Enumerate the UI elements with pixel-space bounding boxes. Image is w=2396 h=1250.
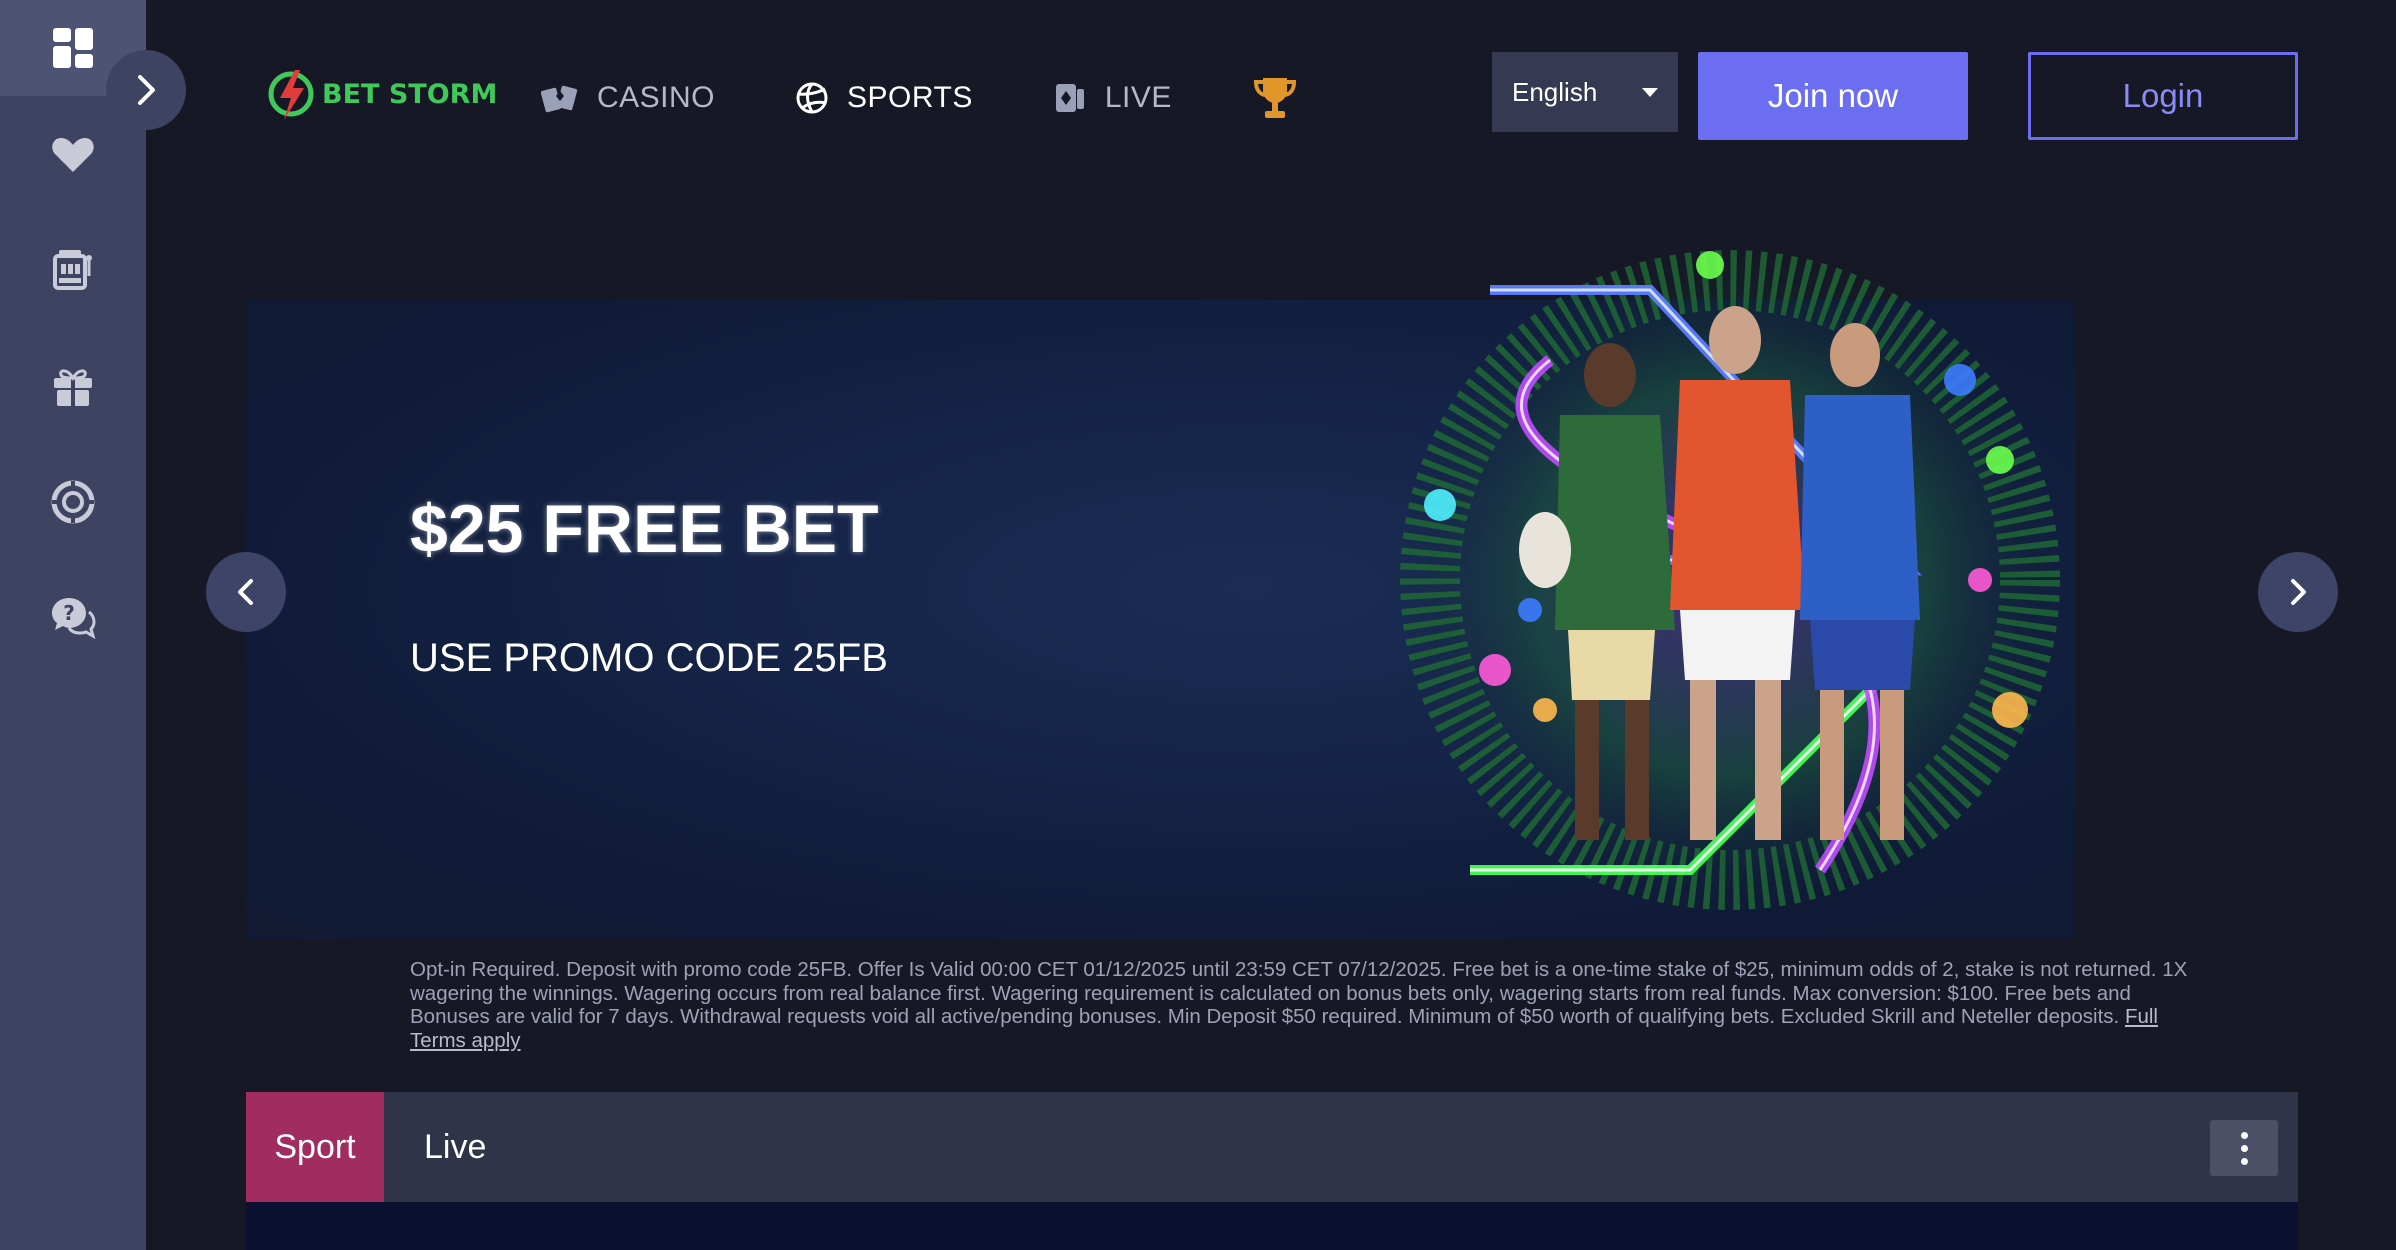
chevron-left-icon — [238, 579, 253, 605]
lightning-logo-icon — [268, 70, 314, 120]
gift-icon — [54, 369, 92, 406]
promo-terms: Opt-in Required. Deposit with promo code… — [410, 958, 2210, 1052]
dashboard-icon — [53, 28, 93, 68]
join-now-button[interactable]: Join now — [1698, 52, 1968, 140]
banner-prev-button[interactable] — [206, 552, 286, 632]
help-chat-icon: ? — [52, 598, 96, 640]
sidebar-item-promotions[interactable] — [0, 328, 146, 444]
banner-next-button[interactable] — [2258, 552, 2338, 632]
live-cards-icon — [1055, 84, 1084, 112]
chevron-right-icon — [2291, 579, 2306, 605]
caret-down-icon — [1642, 88, 1658, 97]
nav-tournaments[interactable] — [1252, 74, 1298, 122]
logo-text: BET STORM — [322, 78, 498, 110]
tab-live[interactable]: Live — [424, 1092, 486, 1202]
login-button[interactable]: Login — [2028, 52, 2298, 140]
nav-casino-label: CASINO — [597, 81, 716, 114]
language-select[interactable]: English — [1492, 52, 1678, 132]
sidebar: ? — [0, 0, 146, 1250]
sportsbook-content — [246, 1202, 2298, 1250]
sidebar-item-slots[interactable] — [0, 212, 146, 328]
more-options-button[interactable] — [2210, 1120, 2278, 1176]
main-nav: CASINO SPORTS LIVE — [541, 70, 1378, 126]
nav-casino[interactable]: CASINO — [541, 81, 715, 115]
banner-title: $25 FREE BET — [410, 491, 879, 567]
terms-text: Opt-in Required. Deposit with promo code… — [410, 958, 2188, 1028]
kebab-dot — [2240, 1131, 2248, 1139]
language-value: English — [1512, 76, 1598, 107]
header: BET STORM CASINO SPORTS LIVE English Joi… — [146, 0, 2396, 190]
chevron-right-icon — [138, 75, 155, 105]
trophy-icon — [1253, 78, 1296, 118]
logo[interactable]: BET STORM — [266, 64, 497, 124]
tab-sport[interactable]: Sport — [246, 1092, 384, 1202]
sidebar-item-support[interactable]: ? — [0, 560, 146, 676]
nav-sports-label: SPORTS — [847, 81, 973, 114]
slot-machine-icon — [53, 250, 92, 290]
svg-text:?: ? — [63, 601, 75, 625]
banner-artwork — [1400, 250, 2060, 910]
heart-icon — [52, 138, 94, 172]
banner-subtitle: USE PROMO CODE 25FB — [410, 636, 888, 680]
nav-live-label: LIVE — [1104, 81, 1172, 114]
sidebar-expand-button[interactable] — [106, 50, 186, 130]
sidebar-item-casino-chips[interactable] — [0, 444, 146, 560]
nav-sports[interactable]: SPORTS — [795, 81, 973, 115]
nav-live[interactable]: LIVE — [1053, 81, 1172, 115]
poker-chip-icon — [51, 480, 95, 524]
volleyball-icon — [796, 82, 828, 114]
kebab-dot — [2240, 1144, 2248, 1152]
sportsbook-tabs: Sport Live — [246, 1092, 2298, 1202]
kebab-dot — [2240, 1157, 2248, 1165]
cards-icon — [541, 85, 578, 113]
